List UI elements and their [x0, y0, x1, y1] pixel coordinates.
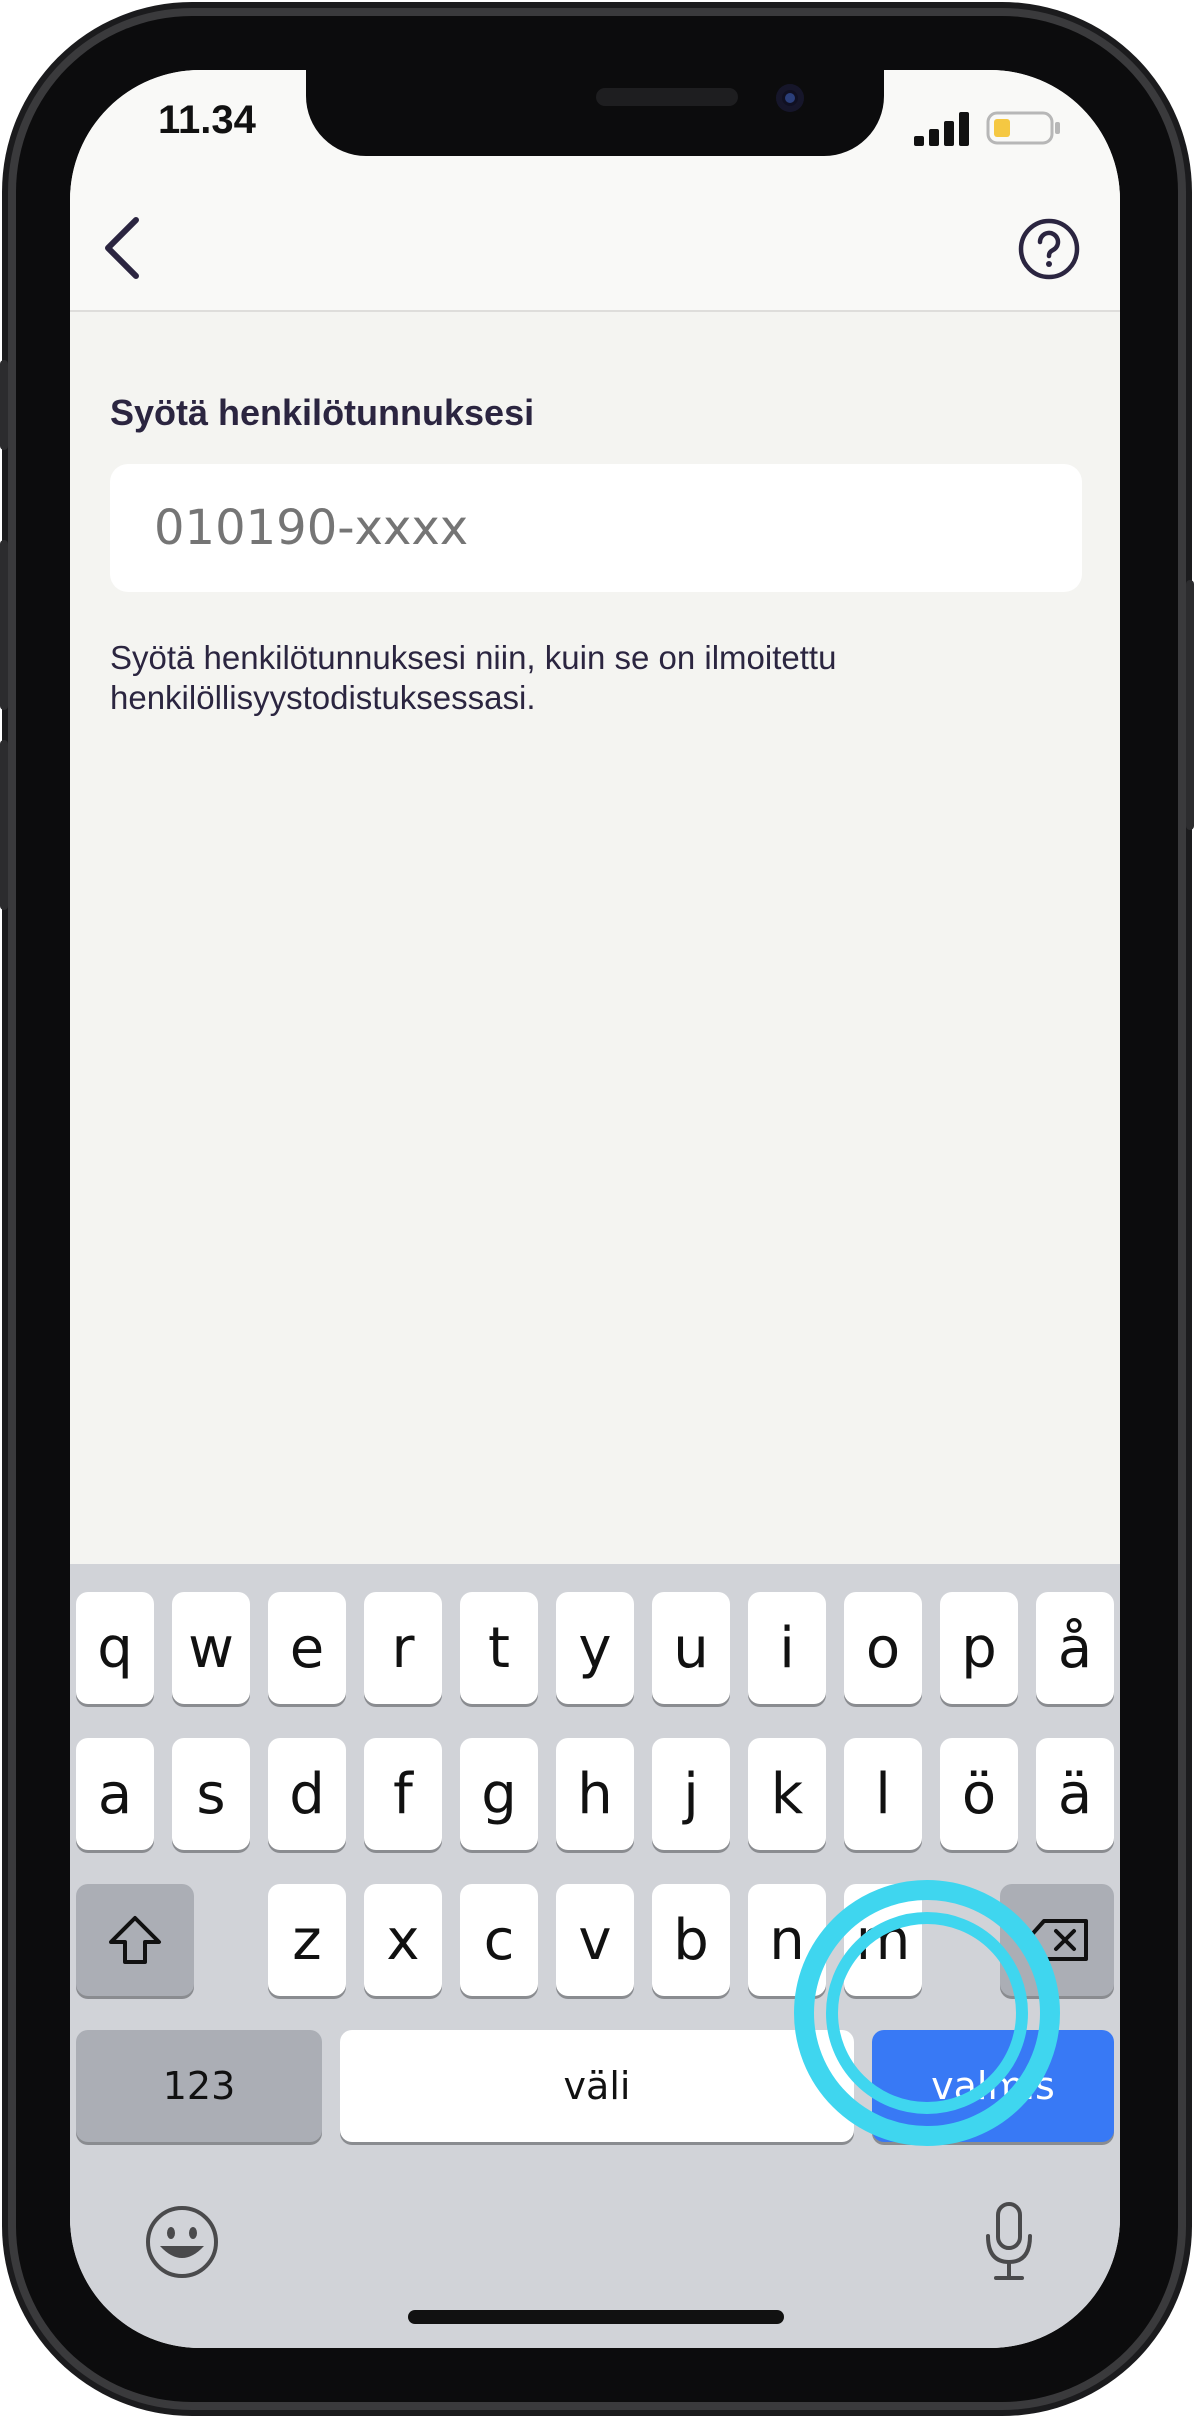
key-u[interactable]: u	[652, 1592, 730, 1704]
key-l[interactable]: l	[844, 1738, 922, 1850]
key-f[interactable]: f	[364, 1738, 442, 1850]
microphone-icon	[986, 2202, 1032, 2280]
delete-key[interactable]	[1000, 1884, 1114, 1996]
notch	[306, 70, 884, 156]
key-m[interactable]: m	[844, 1884, 922, 1996]
question-circle-icon	[1018, 218, 1080, 280]
front-camera	[776, 84, 804, 112]
key-n[interactable]: n	[748, 1884, 826, 1996]
key-r[interactable]: r	[364, 1592, 442, 1704]
key-y[interactable]: y	[556, 1592, 634, 1704]
home-indicator	[408, 2310, 784, 2324]
chevron-left-icon	[105, 217, 139, 279]
key-b[interactable]: b	[652, 1884, 730, 1996]
key-p[interactable]: p	[940, 1592, 1018, 1704]
key-a[interactable]: a	[76, 1738, 154, 1850]
key-o-umlaut[interactable]: ö	[940, 1738, 1018, 1850]
emoji-button[interactable]	[144, 2204, 220, 2284]
space-key[interactable]: väli	[340, 2030, 854, 2142]
screen: 11.34 Syötä henkilötunnuksesi 010190-xxx…	[70, 70, 1120, 2348]
shift-key[interactable]	[76, 1884, 194, 1996]
key-z[interactable]: z	[268, 1884, 346, 1996]
key-x[interactable]: x	[364, 1884, 442, 1996]
done-key[interactable]: valmis	[872, 2030, 1114, 2142]
status-time: 11.34	[158, 98, 256, 142]
speaker-grille	[596, 88, 738, 106]
help-button[interactable]	[1018, 218, 1080, 280]
emoji-icon	[146, 2206, 218, 2278]
microphone-button[interactable]	[980, 2200, 1038, 2288]
helper-text: Syötä henkilötunnuksesi niin, kuin se on…	[110, 639, 837, 716]
power-button	[1186, 580, 1194, 830]
key-h[interactable]: h	[556, 1738, 634, 1850]
key-e[interactable]: e	[268, 1592, 346, 1704]
key-a-ring[interactable]: å	[1036, 1592, 1114, 1704]
backspace-icon	[1025, 1919, 1088, 1961]
volume-up-button	[0, 540, 8, 710]
key-d[interactable]: d	[268, 1738, 346, 1850]
numbers-key[interactable]: 123	[76, 2030, 322, 2142]
key-w[interactable]: w	[172, 1592, 250, 1704]
key-t[interactable]: t	[460, 1592, 538, 1704]
key-q[interactable]: q	[76, 1592, 154, 1704]
key-i[interactable]: i	[748, 1592, 826, 1704]
battery-icon	[986, 110, 1062, 150]
volume-down-button	[0, 740, 8, 910]
field-label: Syötä henkilötunnuksesi	[110, 392, 535, 433]
key-s[interactable]: s	[172, 1738, 250, 1850]
back-button[interactable]	[94, 210, 158, 286]
key-a-umlaut[interactable]: ä	[1036, 1738, 1114, 1850]
keyboard: q w e r t y u i o p å a s d f g h j k l …	[70, 1564, 1120, 2348]
key-o[interactable]: o	[844, 1592, 922, 1704]
mute-switch	[0, 360, 8, 450]
signal-icon	[912, 110, 972, 150]
key-j[interactable]: j	[652, 1738, 730, 1850]
key-c[interactable]: c	[460, 1884, 538, 1996]
shift-icon	[109, 1916, 161, 1964]
key-k[interactable]: k	[748, 1738, 826, 1850]
key-g[interactable]: g	[460, 1738, 538, 1850]
ssn-input[interactable]	[110, 464, 1082, 592]
key-v[interactable]: v	[556, 1884, 634, 1996]
